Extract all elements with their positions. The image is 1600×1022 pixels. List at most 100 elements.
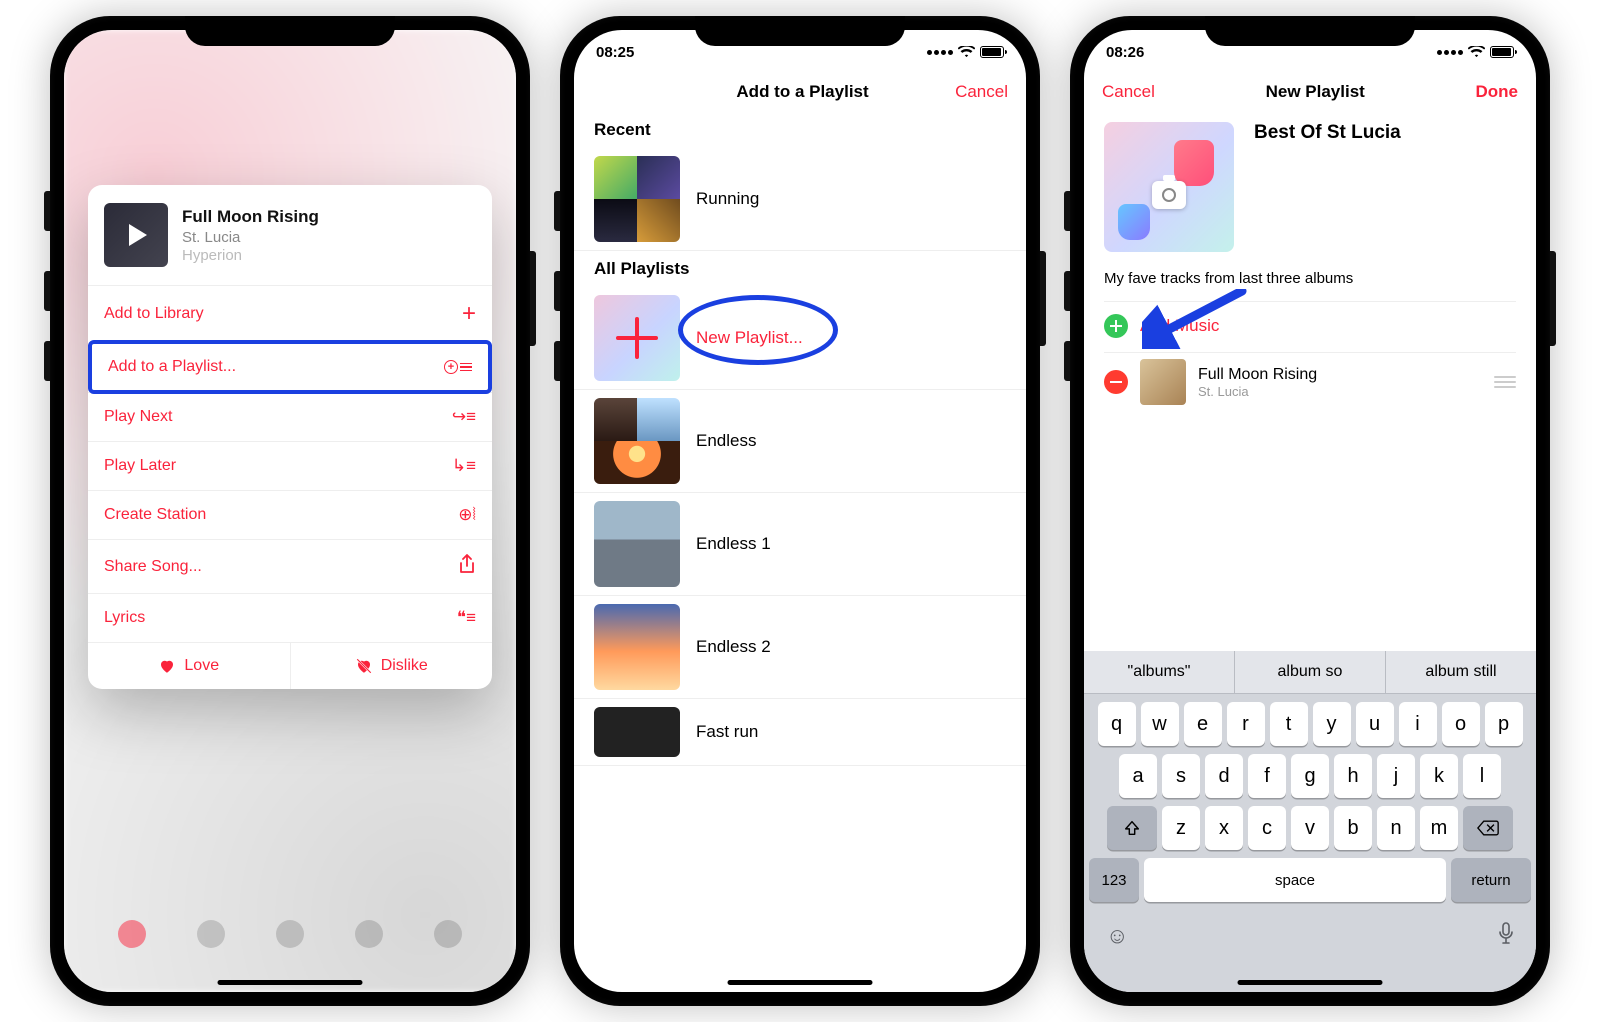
song-artist: St. Lucia: [182, 229, 319, 246]
phone-3: 08:26 Cancel New Playlist Done Best Of S…: [1070, 16, 1550, 1006]
new-playlist-button[interactable]: New Playlist...: [574, 287, 1026, 390]
playlist-row-endless2[interactable]: Endless 2: [574, 596, 1026, 699]
plus-icon: [594, 295, 680, 381]
track-cover: [1140, 359, 1186, 405]
playlist-row-fastrun[interactable]: Fast run: [574, 699, 1026, 766]
suggestion[interactable]: album still: [1385, 651, 1536, 693]
key-z[interactable]: z: [1162, 806, 1200, 850]
menu-create-station[interactable]: Create Station ⊕⦚: [88, 490, 492, 539]
add-music-button[interactable]: Add Music: [1104, 302, 1516, 352]
cancel-button[interactable]: Cancel: [955, 82, 1008, 102]
backspace-key[interactable]: [1463, 806, 1513, 850]
emoji-key[interactable]: ☺: [1106, 923, 1128, 949]
battery-icon: [980, 46, 1004, 58]
playlist-name-field[interactable]: Best Of St Lucia: [1254, 122, 1401, 252]
playlist-cover: [594, 707, 680, 757]
track-artist: St. Lucia: [1198, 384, 1317, 399]
shift-key[interactable]: [1107, 806, 1157, 850]
suggestion[interactable]: album so: [1234, 651, 1385, 693]
home-indicator[interactable]: [218, 980, 363, 985]
key-f[interactable]: f: [1248, 754, 1286, 798]
keyboard-suggestions: "albums" album so album still: [1084, 651, 1536, 694]
key-q[interactable]: q: [1098, 702, 1136, 746]
menu-add-to-playlist[interactable]: Add to a Playlist...: [88, 340, 492, 394]
menu-add-to-library[interactable]: Add to Library +: [88, 285, 492, 342]
key-o[interactable]: o: [1442, 702, 1480, 746]
song-header[interactable]: Full Moon Rising St. Lucia Hyperion: [88, 185, 492, 285]
track-row[interactable]: Full Moon Rising St. Lucia: [1104, 353, 1516, 411]
reorder-handle-icon[interactable]: [1494, 376, 1516, 388]
menu-play-later[interactable]: Play Later ↳≡: [88, 441, 492, 490]
key-k[interactable]: k: [1420, 754, 1458, 798]
playlist-name: Running: [696, 189, 759, 209]
key-row-4: 123 space return: [1089, 858, 1531, 902]
key-j[interactable]: j: [1377, 754, 1415, 798]
key-n[interactable]: n: [1377, 806, 1415, 850]
space-key[interactable]: space: [1144, 858, 1446, 902]
dislike-button[interactable]: Dislike: [291, 643, 493, 689]
key-x[interactable]: x: [1205, 806, 1243, 850]
key-s[interactable]: s: [1162, 754, 1200, 798]
new-playlist-label: New Playlist...: [696, 328, 803, 348]
menu-label: Play Next: [104, 408, 172, 426]
add-music-label: Add Music: [1140, 316, 1219, 336]
playlist-artwork[interactable]: [1104, 122, 1234, 252]
key-i[interactable]: i: [1399, 702, 1437, 746]
menu-share-song[interactable]: Share Song...: [88, 539, 492, 593]
key-e[interactable]: e: [1184, 702, 1222, 746]
key-r[interactable]: r: [1227, 702, 1265, 746]
key-y[interactable]: y: [1313, 702, 1351, 746]
menu-label: Create Station: [104, 506, 206, 524]
menu-label: Lyrics: [104, 609, 145, 627]
playlist-row-endless[interactable]: Endless: [574, 390, 1026, 493]
remove-track-button[interactable]: [1104, 370, 1128, 394]
status-time: 08:26: [1106, 44, 1144, 61]
cancel-button[interactable]: Cancel: [1102, 82, 1155, 102]
key-w[interactable]: w: [1141, 702, 1179, 746]
key-g[interactable]: g: [1291, 754, 1329, 798]
key-u[interactable]: u: [1356, 702, 1394, 746]
numbers-key[interactable]: 123: [1089, 858, 1139, 902]
key-b[interactable]: b: [1334, 806, 1372, 850]
home-indicator[interactable]: [1238, 980, 1383, 985]
suggestion[interactable]: "albums": [1084, 651, 1234, 693]
dictation-key[interactable]: [1498, 922, 1514, 950]
menu-label: Play Later: [104, 457, 176, 475]
key-h[interactable]: h: [1334, 754, 1372, 798]
phone-2: 08:25 Add to a Playlist Cancel Recent Ru…: [560, 16, 1040, 1006]
header-title: New Playlist: [1266, 82, 1365, 102]
key-m[interactable]: m: [1420, 806, 1458, 850]
heart-icon: [158, 657, 176, 675]
key-t[interactable]: t: [1270, 702, 1308, 746]
playlist-name: Fast run: [696, 722, 758, 742]
menu-lyrics[interactable]: Lyrics ❝≡: [88, 593, 492, 642]
song-title: Full Moon Rising: [182, 207, 319, 227]
share-icon: [450, 554, 476, 579]
playlist-cover: [594, 604, 680, 690]
screen-add-to-playlist: 08:25 Add to a Playlist Cancel Recent Ru…: [574, 30, 1026, 992]
playlist-cover: [594, 156, 680, 242]
return-key[interactable]: return: [1451, 858, 1531, 902]
done-button[interactable]: Done: [1475, 82, 1518, 102]
key-v[interactable]: v: [1291, 806, 1329, 850]
key-c[interactable]: c: [1248, 806, 1286, 850]
key-p[interactable]: p: [1485, 702, 1523, 746]
plus-icon: +: [450, 300, 476, 328]
keyboard: "albums" album so album still q w e r t …: [1084, 651, 1536, 992]
modal-header: Cancel New Playlist Done: [1084, 74, 1536, 112]
menu-label: Add to a Playlist...: [108, 358, 236, 376]
key-a[interactable]: a: [1119, 754, 1157, 798]
home-indicator[interactable]: [728, 980, 873, 985]
playlist-row-endless1[interactable]: Endless 1: [574, 493, 1026, 596]
playlist-description-field[interactable]: My fave tracks from last three albums: [1104, 270, 1516, 287]
modal-header: Add to a Playlist Cancel: [574, 74, 1026, 112]
love-button[interactable]: Love: [88, 643, 291, 689]
menu-play-next[interactable]: Play Next ↪≡: [88, 392, 492, 441]
album-art[interactable]: [104, 203, 168, 267]
playlist-row-running[interactable]: Running: [574, 148, 1026, 251]
key-l[interactable]: l: [1463, 754, 1501, 798]
key-d[interactable]: d: [1205, 754, 1243, 798]
wifi-icon: [1468, 46, 1485, 58]
section-all-playlists: All Playlists: [574, 251, 1026, 287]
heart-slash-icon: [355, 657, 373, 675]
